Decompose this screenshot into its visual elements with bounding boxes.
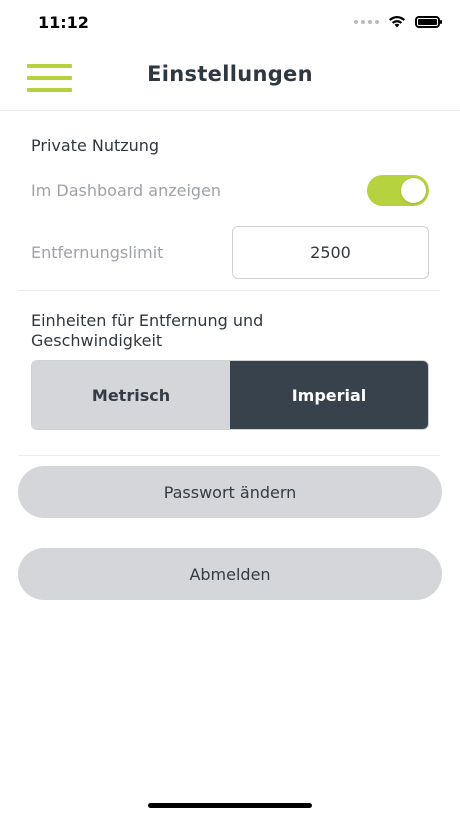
units-option-metric[interactable]: Metrisch [32, 361, 230, 429]
toggle-knob [401, 178, 426, 203]
page-title: Einstellungen [147, 62, 313, 86]
dashboard-label: Im Dashboard anzeigen [31, 181, 222, 200]
status-time: 11:12 [38, 13, 89, 32]
cellular-signal-icon [354, 19, 379, 24]
divider [18, 290, 440, 291]
dashboard-toggle[interactable] [367, 175, 429, 206]
distance-limit-input[interactable] [232, 226, 429, 279]
units-segmented-control: Metrisch Imperial [31, 360, 429, 430]
divider [18, 455, 440, 456]
status-icons [354, 15, 442, 28]
units-section-title: Einheiten für Entfernung und Geschwindig… [31, 311, 264, 350]
status-bar: 11:12 [0, 0, 460, 46]
nav-bar: Einstellungen [0, 46, 460, 111]
home-indicator [148, 803, 312, 808]
private-usage-section-title: Private Nutzung [31, 136, 160, 155]
change-password-button[interactable]: Passwort ändern [18, 466, 442, 518]
wifi-icon [389, 16, 405, 28]
distance-limit-label: Entfernungslimit [31, 243, 164, 262]
battery-icon [415, 15, 442, 28]
logout-button[interactable]: Abmelden [18, 548, 442, 600]
units-option-imperial[interactable]: Imperial [230, 361, 428, 429]
